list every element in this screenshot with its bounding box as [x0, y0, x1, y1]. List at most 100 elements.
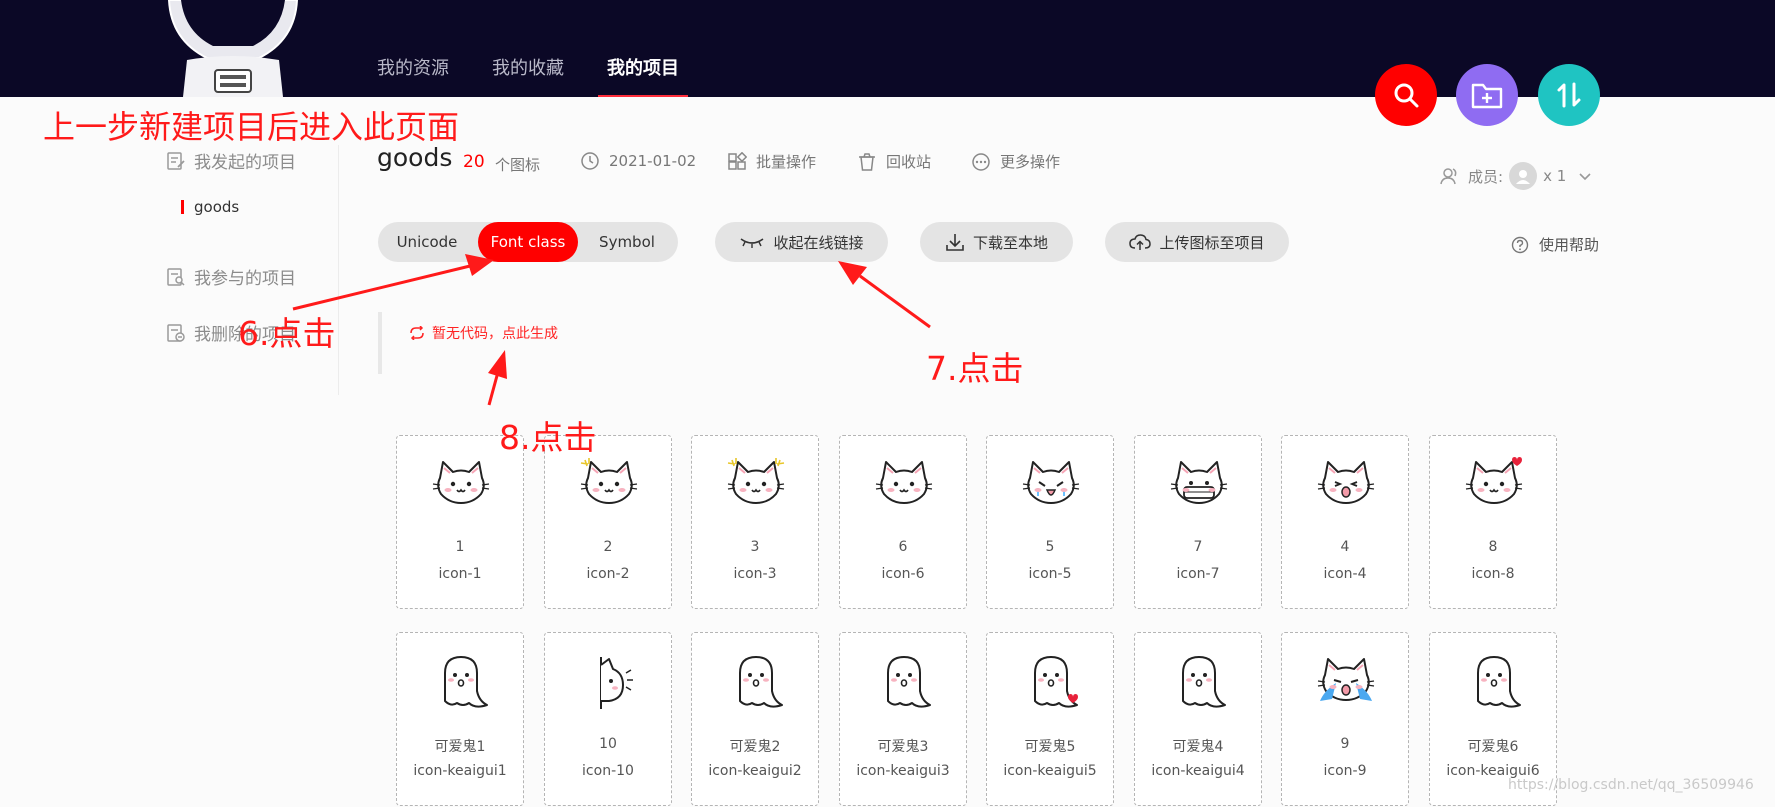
nav-my-projects[interactable]: 我的项目: [607, 54, 679, 80]
batch-operation-button[interactable]: 批量操作: [727, 151, 816, 172]
sidebar-item-participated[interactable]: 我参与的项目: [166, 264, 296, 289]
cat-face-icon: [1170, 461, 1228, 504]
members-label: 成员:: [1468, 167, 1504, 186]
members-icon: [1440, 168, 1457, 185]
icon-card[interactable]: 可爱鬼2 icon-keaigui2: [691, 632, 819, 806]
icon-card-name: 可爱鬼6: [1467, 739, 1519, 755]
icon-card[interactable]: 可爱鬼1 icon-keaigui1: [396, 632, 524, 806]
icon-card-classname: icon-4: [1323, 566, 1367, 582]
code-area-bar: [378, 312, 382, 374]
icon-card-name: 10: [599, 736, 617, 752]
tab-unicode[interactable]: Unicode: [382, 222, 472, 262]
cat-face-icon: [580, 458, 638, 504]
arrow-step6: [292, 254, 494, 311]
closed-eye-icon: [741, 238, 764, 248]
sidebar-subitem-goods[interactable]: goods: [181, 198, 239, 216]
icon-card-name: 5: [1045, 539, 1055, 555]
icon-card-name: 3: [750, 539, 760, 555]
annotation-step8: 8.点击: [499, 418, 597, 457]
cat-face-icon: [875, 461, 933, 504]
cat-face-icon: [1022, 461, 1080, 504]
ghost-icon: [739, 656, 783, 708]
download-icon: [946, 234, 964, 251]
icon-card-name: 1: [455, 539, 465, 555]
annotation-step6: 6.点击: [238, 314, 336, 353]
generate-code-link[interactable]: 暂无代码，点此生成: [408, 323, 558, 343]
cat-face-icon: [727, 458, 785, 504]
project-date: 2021-01-02: [580, 151, 696, 171]
cat-face-icon: [432, 461, 490, 504]
recycle-bin-button[interactable]: 回收站: [857, 151, 931, 172]
help-icon: [1511, 236, 1529, 253]
help-link[interactable]: 使用帮助: [1511, 234, 1599, 255]
generate-code-label: 暂无代码，点此生成: [432, 326, 558, 342]
icon-card[interactable]: 可爱鬼3 icon-keaigui3: [839, 632, 967, 806]
tab-symbol[interactable]: Symbol: [582, 222, 672, 262]
collapse-online-link-label: 收起在线链接: [773, 233, 864, 252]
tab-font-class[interactable]: Font class: [478, 222, 578, 262]
icon-card[interactable]: 1 icon-1: [396, 435, 524, 609]
batch-operation-label: 批量操作: [756, 153, 817, 171]
icon-card-name: 6: [898, 539, 908, 555]
add-folder-button[interactable]: [1456, 64, 1518, 126]
icon-card-classname: icon-keaigui4: [1151, 763, 1245, 779]
members-dropdown[interactable]: 成员: x 1: [1440, 162, 1592, 190]
cat-face-icon: [1317, 461, 1375, 504]
annotation-title: 上一步新建项目后进入此页面: [43, 108, 460, 146]
icon-card-classname: icon-1: [438, 566, 482, 582]
code-type-switch: Unicode Font class Symbol: [378, 222, 678, 262]
folder-add-icon: [1471, 83, 1503, 109]
cloud-upload-icon: [1129, 234, 1152, 250]
download-local-label: 下载至本地: [972, 233, 1048, 252]
ghost-icon: [887, 656, 931, 708]
icon-card-name: 8: [1488, 539, 1498, 555]
sidebar-item-initiated[interactable]: 我发起的项目: [166, 148, 296, 173]
download-local-button[interactable]: 下载至本地: [920, 222, 1073, 262]
sort-arrows-icon: [1557, 82, 1581, 108]
arrow-step7: [838, 261, 931, 329]
deleted-doc-icon: [167, 323, 185, 342]
sort-button[interactable]: [1538, 64, 1600, 126]
icon-card-classname: icon-keaigui2: [708, 763, 802, 779]
icon-card-name: 可爱鬼2: [729, 739, 781, 755]
icon-card-classname: icon-9: [1323, 763, 1367, 779]
icon-card[interactable]: 3 icon-3: [691, 435, 819, 609]
icon-count: 20: [463, 152, 485, 172]
project-date-text: 2021-01-02: [609, 152, 697, 170]
icon-card-classname: icon-keaigui5: [1003, 763, 1097, 779]
sidebar-divider: [338, 145, 339, 395]
annotation-step7: 7.点击: [926, 349, 1024, 388]
arrow-step8: [487, 350, 507, 406]
nav-my-resources[interactable]: 我的资源: [377, 54, 449, 80]
upload-icons-button[interactable]: 上传图标至项目: [1105, 222, 1289, 262]
icon-card-classname: icon-5: [1028, 566, 1072, 582]
icon-card[interactable]: 10 icon-10: [544, 632, 672, 806]
clock-icon: [581, 152, 599, 170]
icon-card[interactable]: 2 icon-2: [544, 435, 672, 609]
avatar: [1509, 162, 1538, 190]
icon-card[interactable]: 可爱鬼4 icon-keaigui4: [1134, 632, 1262, 806]
icon-card-name: 可爱鬼5: [1024, 739, 1076, 755]
icon-card-name: 4: [1340, 539, 1350, 555]
icon-card[interactable]: 4 icon-4: [1281, 435, 1409, 609]
watermark: https://blog.csdn.net/qq_36509946: [1508, 777, 1754, 793]
icon-card[interactable]: 可爱鬼5 icon-keaigui5: [986, 632, 1114, 806]
chevron-down-icon: [1579, 173, 1591, 181]
search-icon: [1394, 83, 1419, 108]
cat-face-icon: [1465, 457, 1523, 504]
more-dots-icon: [972, 152, 990, 171]
icon-card[interactable]: 9 icon-9: [1281, 632, 1409, 806]
collapse-online-link-button[interactable]: 收起在线链接: [715, 222, 888, 262]
edit-doc-icon: [167, 151, 185, 170]
icon-card-name: 2: [603, 539, 613, 555]
nav-my-favorites[interactable]: 我的收藏: [492, 54, 564, 80]
icon-card[interactable]: 7 icon-7: [1134, 435, 1262, 609]
icon-card[interactable]: 8 icon-8: [1429, 435, 1557, 609]
more-operations-button[interactable]: 更多操作: [971, 151, 1060, 172]
search-button[interactable]: [1375, 64, 1437, 126]
icon-card[interactable]: 6 icon-6: [839, 435, 967, 609]
recycle-bin-label: 回收站: [886, 153, 932, 171]
ghost-icon: [1477, 656, 1521, 708]
icon-card[interactable]: 5 icon-5: [986, 435, 1114, 609]
upload-icons-label: 上传图标至项目: [1159, 233, 1265, 252]
